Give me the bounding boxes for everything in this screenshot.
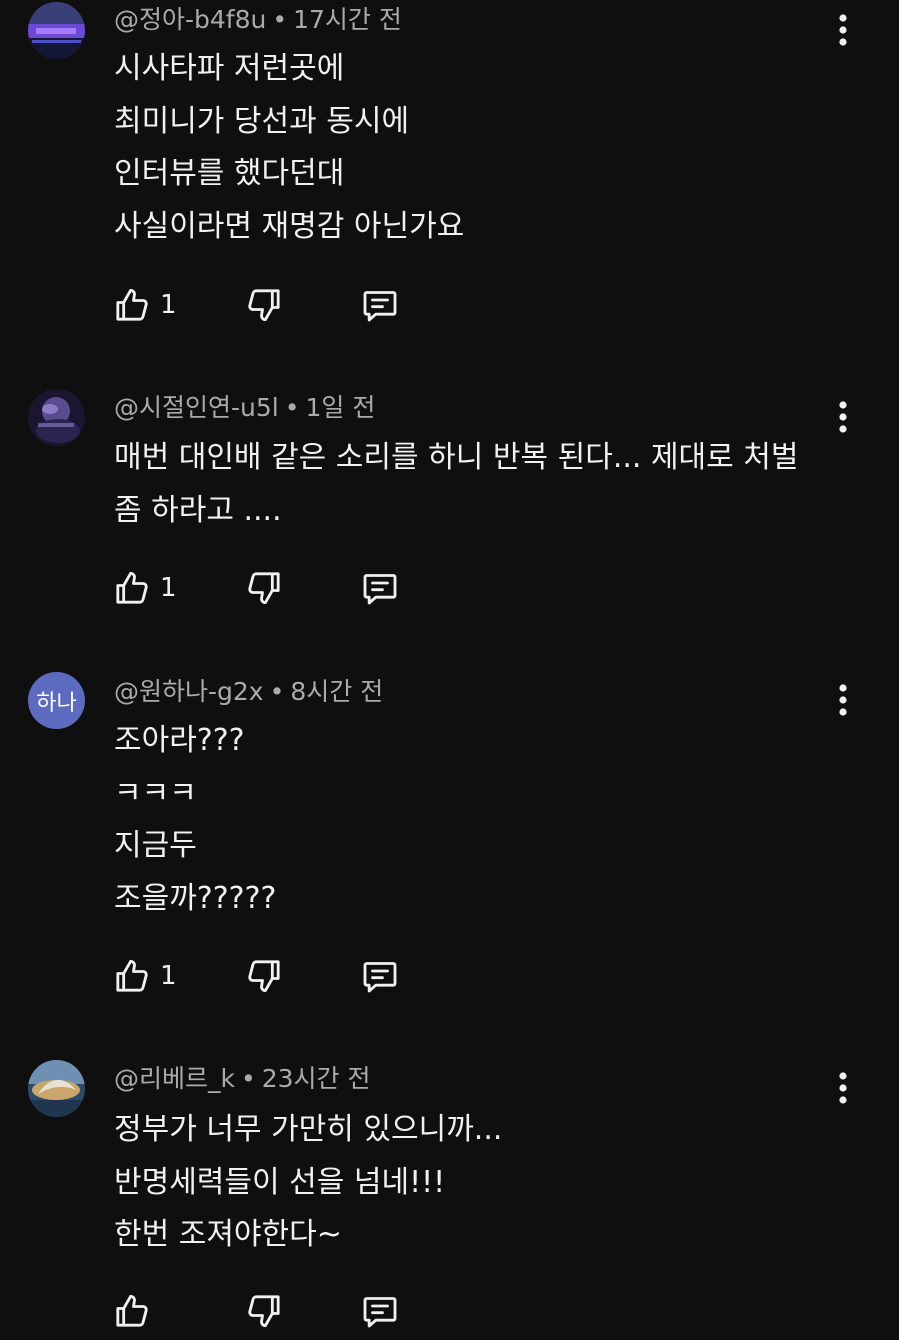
avatar[interactable]: 하나 (28, 672, 85, 729)
like-button[interactable]: 1 (112, 283, 177, 327)
thumbs-down-icon (248, 289, 280, 322)
more-vertical-icon (839, 1072, 847, 1104)
comment-reply-icon (363, 962, 397, 993)
comment-line: 좀 하라고 .... (114, 492, 282, 528)
like-count: 1 (160, 573, 177, 603)
comment-line: 최미니가 당선과 동시에 (114, 103, 410, 139)
comment-time: 8시간 전 (290, 677, 384, 706)
dislike-button[interactable] (244, 954, 284, 998)
comment-text: 시사타파 저런곳에 최미니가 당선과 동시에 인터뷰를 했다던대 사실이라면 재… (114, 43, 819, 253)
dislike-button[interactable] (244, 1289, 284, 1333)
thumbs-up-icon (116, 1294, 148, 1327)
comment-time: 23시간 전 (261, 1064, 371, 1093)
comment-reply-icon (363, 1297, 397, 1328)
like-count: 1 (160, 290, 177, 320)
author-name[interactable]: @시절인연-u5l (114, 393, 279, 422)
meta-separator: • (240, 1064, 256, 1093)
avatar-initials: 하나 (36, 690, 77, 716)
avatar-image (28, 1060, 85, 1117)
comment-text: 조아라??? ㅋㅋㅋ 지금두 조을까????? (114, 715, 819, 925)
more-options-button[interactable] (830, 680, 856, 720)
like-count: 1 (160, 961, 177, 991)
dislike-button[interactable] (244, 283, 284, 327)
comment-meta: @시절인연-u5l • 1일 전 (114, 393, 375, 423)
avatar-image (28, 389, 85, 446)
more-options-button[interactable] (830, 10, 856, 50)
author-name[interactable]: @원하나-g2x (114, 677, 264, 706)
comment-text: 매번 대인배 같은 소리를 하니 반복 된다... 제대로 처벌 좀 하라고 .… (114, 432, 819, 537)
comment-line: ㅋㅋㅋ (114, 775, 197, 811)
like-button[interactable] (112, 1289, 160, 1333)
avatar[interactable] (28, 2, 85, 59)
avatar[interactable] (28, 1060, 85, 1117)
comment-time: 1일 전 (305, 393, 376, 422)
like-button[interactable]: 1 (112, 954, 177, 998)
comment-meta: @원하나-g2x • 8시간 전 (114, 677, 383, 707)
thumbs-up-icon (116, 288, 148, 321)
comment-meta: @리베르_k • 23시간 전 (114, 1064, 371, 1094)
avatar[interactable] (28, 389, 85, 446)
more-options-button[interactable] (830, 1068, 856, 1108)
comment-line: 정부가 너무 가만히 있으니까... (114, 1112, 503, 1147)
comment-line: 시사타파 저런곳에 (114, 51, 345, 86)
thumbs-down-icon (248, 960, 280, 993)
comment-meta: @정아-b4f8u • 17시간 전 (114, 5, 402, 35)
author-name[interactable]: @정아-b4f8u (114, 5, 266, 34)
reply-button[interactable] (360, 283, 400, 327)
comment-time: 17시간 전 (293, 5, 402, 34)
more-vertical-icon (839, 401, 847, 433)
author-name[interactable]: @리베르_k (114, 1064, 235, 1093)
comment-line: 조아라??? (114, 723, 245, 758)
comment-reply-icon (363, 574, 397, 605)
more-options-button[interactable] (830, 397, 856, 437)
comment-line: 사실이라면 재명감 아닌가요 (114, 208, 465, 244)
thumbs-down-icon (248, 572, 280, 605)
comment-line: 한번 조져야한다~ (114, 1217, 342, 1252)
more-vertical-icon (839, 14, 847, 46)
meta-separator: • (284, 393, 300, 422)
comment-reply-icon (363, 291, 397, 322)
comment-text: 정부가 너무 가만히 있으니까... 반명세력들이 선을 넘네!!! 한번 조져… (114, 1104, 819, 1262)
like-button[interactable]: 1 (112, 566, 177, 610)
comment-line: 조을까????? (114, 880, 277, 916)
comment-line: 지금두 (114, 828, 197, 863)
avatar-image (28, 2, 85, 59)
thumbs-up-icon (116, 959, 148, 992)
reply-button[interactable] (360, 566, 400, 610)
reply-button[interactable] (360, 954, 400, 998)
comment-line: 인터뷰를 했다던대 (114, 156, 345, 191)
reply-button[interactable] (360, 1289, 400, 1333)
thumbs-up-icon (116, 571, 148, 604)
meta-separator: • (269, 677, 285, 706)
dislike-button[interactable] (244, 566, 284, 610)
comment-line: 반명세력들이 선을 넘네!!! (114, 1164, 446, 1200)
thumbs-down-icon (248, 1295, 280, 1328)
meta-separator: • (272, 5, 288, 34)
comment-line: 매번 대인배 같은 소리를 하니 반복 된다... 제대로 처벌 (114, 440, 799, 475)
more-vertical-icon (839, 684, 847, 716)
